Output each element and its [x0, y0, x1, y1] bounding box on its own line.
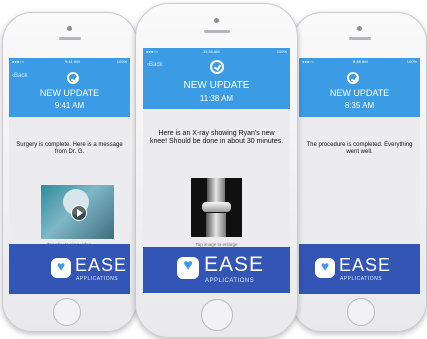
header: ●●●○○ 11:38 AM 100% ‹Back NEW UPDATE 11:…: [143, 48, 290, 109]
play-icon[interactable]: [71, 205, 87, 221]
update-message: The procedure is completed. Everything w…: [306, 142, 413, 156]
update-time: 11:38 AM: [199, 94, 234, 103]
update-title: NEW UPDATE: [329, 88, 390, 98]
back-button[interactable]: ‹Back: [12, 73, 27, 79]
carrier-signal: ●●●○○: [146, 49, 159, 54]
speaker: [349, 37, 371, 40]
speaker: [204, 30, 230, 33]
status-bar: ●●●○○ 11:38 AM 100%: [143, 48, 290, 56]
brand-name: EASE: [204, 253, 265, 276]
footer-brand: EASE APPLICATIONS: [299, 244, 420, 294]
update-time: 8:35 AM: [344, 101, 375, 110]
knee-implant-image: [202, 202, 231, 212]
header: ●●●○○ 8:48 AM 100% NEW UPDATE 8:35 AM: [299, 58, 420, 117]
brand-subtitle: APPLICATIONS: [76, 276, 119, 282]
app-logo-icon: [210, 60, 224, 74]
update-title: NEW UPDATE: [183, 80, 250, 91]
clock: 8:48 AM: [353, 59, 368, 64]
heart-monitor-icon: [315, 258, 335, 278]
update-message: Surgery is complete. Here is a message f…: [16, 142, 123, 156]
heart-monitor-icon: [177, 257, 199, 279]
brand-name: EASE: [339, 255, 392, 275]
header: ●●●○○ 9:41 AM 100% ‹Back NEW UPDATE 9:41…: [9, 58, 130, 117]
heart-monitor-icon: [51, 258, 71, 278]
home-button[interactable]: [53, 298, 81, 326]
home-button[interactable]: [347, 298, 375, 326]
app-logo-icon: [67, 72, 79, 84]
clock: 9:41 AM: [65, 59, 80, 64]
femur-image: [207, 178, 225, 204]
update-title: NEW UPDATE: [39, 88, 100, 98]
camera: [357, 26, 362, 31]
camera: [67, 26, 72, 31]
screen-left: ●●●○○ 9:41 AM 100% ‹Back NEW UPDATE 9:41…: [9, 58, 130, 294]
clock: 11:38 AM: [203, 49, 220, 54]
carrier-signal: ●●●○○: [302, 59, 315, 64]
status-bar: ●●●○○ 8:48 AM 100%: [299, 58, 420, 66]
update-time: 9:41 AM: [54, 101, 85, 110]
brand-subtitle: APPLICATIONS: [340, 276, 383, 282]
home-button[interactable]: [201, 299, 233, 331]
tibia-image: [206, 213, 226, 237]
footer-brand: EASE APPLICATIONS: [143, 247, 290, 293]
phone-left: ●●●○○ 9:41 AM 100% ‹Back NEW UPDATE 9:41…: [2, 12, 137, 332]
back-label: Back: [149, 62, 163, 68]
status-bar: ●●●○○ 9:41 AM 100%: [9, 58, 130, 66]
battery-label: 100%: [276, 49, 287, 54]
app-logo-icon: [347, 72, 359, 84]
screen-center: ●●●○○ 11:38 AM 100% ‹Back NEW UPDATE 11:…: [143, 48, 290, 293]
camera: [214, 18, 219, 23]
phone-right: ●●●○○ 8:48 AM 100% NEW UPDATE 8:35 AM Th…: [292, 12, 427, 332]
brand-subtitle: APPLICATIONS: [205, 278, 255, 284]
battery-label: 100%: [116, 59, 127, 64]
screen-right: ●●●○○ 8:48 AM 100% NEW UPDATE 8:35 AM Th…: [299, 58, 420, 294]
phone-center: ●●●○○ 11:38 AM 100% ‹Back NEW UPDATE 11:…: [135, 3, 298, 338]
xray-image[interactable]: [191, 178, 242, 237]
carrier-signal: ●●●○○: [12, 59, 25, 64]
speaker: [59, 37, 81, 40]
video-thumbnail[interactable]: [41, 185, 114, 239]
footer-brand: EASE APPLICATIONS: [9, 244, 130, 294]
brand-name: EASE: [75, 255, 128, 275]
back-label: Back: [14, 73, 28, 79]
battery-label: 100%: [406, 59, 417, 64]
update-message: Here is an X-ray showing Ryan's new knee…: [149, 130, 284, 146]
back-button[interactable]: ‹Back: [147, 62, 162, 68]
